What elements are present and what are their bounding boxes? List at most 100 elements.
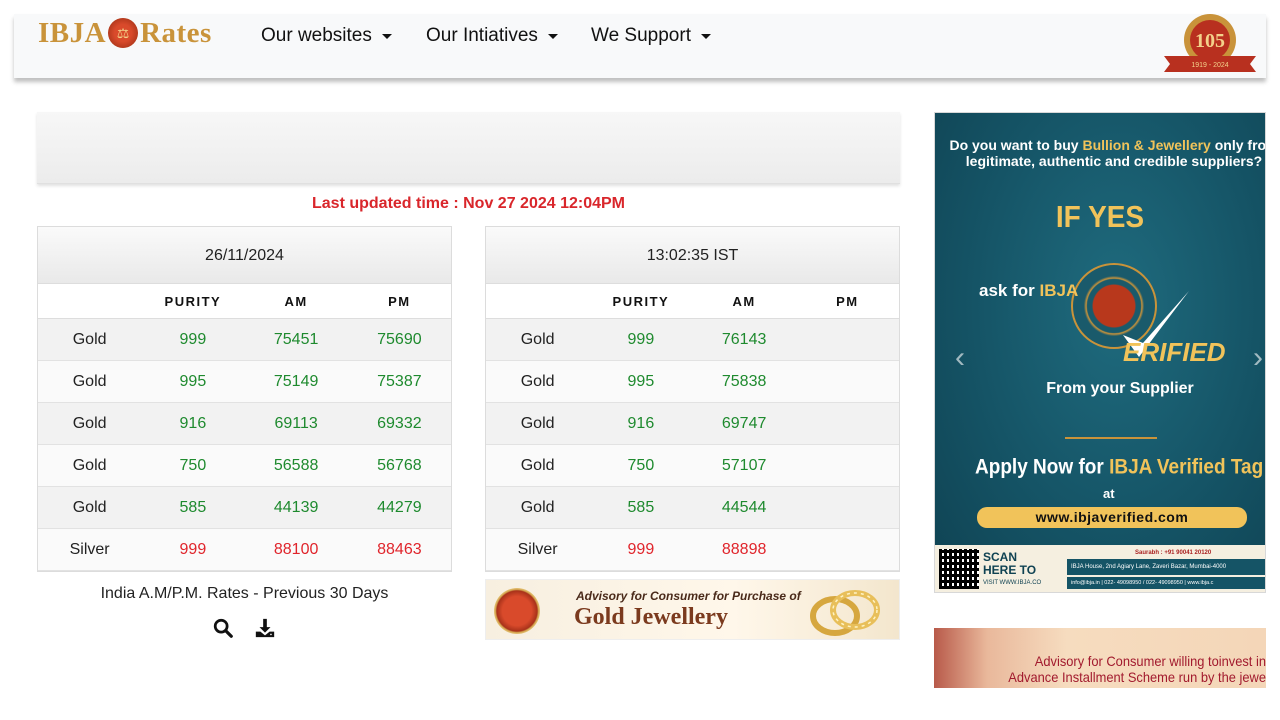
last-updated-text: Last updated time : Nov 27 2024 12:04PM — [312, 195, 625, 212]
cell-purity: 585 — [179, 498, 207, 516]
cell-am: 75838 — [721, 372, 767, 390]
ad-contact-line: info@ibja.in | 022- 49098950 / 022- 4909… — [1067, 577, 1265, 589]
column-header-am: AM — [284, 293, 308, 309]
logo-seal-icon: ⚖ — [108, 18, 139, 48]
advisory-line2: Gold Jewellery — [574, 604, 728, 630]
cell-am: 75149 — [273, 372, 319, 390]
table-row: Silver 999 88898 — [486, 529, 899, 571]
nav-our-websites[interactable]: Our websites — [261, 25, 392, 47]
previous-30-days-link[interactable]: India A.M/P.M. Rates - Previous 30 Days — [37, 585, 452, 603]
ad-if-yes: IF YES — [1055, 199, 1145, 234]
cell-am: 69113 — [274, 414, 318, 432]
ad-ask-text: ask for — [979, 281, 1040, 300]
ad-apply-highlight: IBJA Verified Tag — [1109, 455, 1264, 479]
ad2-line1: Advisory for Consumer willing toinvest i… — [1034, 653, 1266, 669]
ad-footer: SCAN HERE TO VISIT WWW.IBJA.CO Saurabh :… — [935, 545, 1265, 592]
table-row: Gold 995 75149 75387 — [38, 361, 451, 403]
rates-actions — [212, 617, 276, 639]
table-column-headers: PURITY AM PM — [38, 284, 451, 319]
cell-am: 76143 — [721, 330, 767, 348]
download-icon[interactable] — [254, 617, 276, 639]
advisory-line1: Advisory for Consumer for Purchase of — [576, 589, 801, 603]
anniversary-badge-icon: 105 1919 - 2024 — [1164, 14, 1256, 72]
table-column-headers: PURITY AM PM — [486, 284, 899, 319]
site-logo[interactable]: IBJA ⚖ Rates — [38, 16, 212, 50]
carousel-next-icon[interactable]: › — [1253, 341, 1263, 375]
column-header-purity: PURITY — [612, 293, 670, 309]
table-row: Gold 916 69113 69332 — [38, 403, 451, 445]
cell-metal: Gold — [72, 414, 107, 432]
cell-metal: Gold — [72, 330, 107, 348]
table-body: Gold 999 75451 75690 Gold 995 75149 75387 Gold… — [38, 319, 451, 571]
cell-purity: 999 — [179, 540, 207, 558]
cell-metal: Gold — [72, 372, 107, 390]
cell-purity: 750 — [179, 456, 207, 474]
ad2-line2: Advance Installment Scheme run by the je… — [1008, 669, 1266, 685]
cell-am: 69747 — [721, 414, 767, 432]
ad-address: IBJA House, 2nd Agiary Lane, Zaveri Baza… — [1067, 559, 1265, 575]
table-row: Gold 916 69747 — [486, 403, 899, 445]
installment-advisory-ad[interactable]: Advisory for Consumer willing toinvest i… — [934, 628, 1266, 688]
ad-ask-for: ask for IBJA — [979, 281, 1078, 301]
cell-am: 44544 — [721, 498, 767, 516]
nav-label: We Support — [591, 25, 691, 46]
nav-we-support[interactable]: We Support — [591, 25, 711, 47]
ad-question-highlight: Bullion & Jewellery — [1082, 137, 1211, 153]
ibja-verified-ad[interactable]: Do you want to buy Bullion & Jewellery o… — [934, 112, 1266, 593]
column-header-am: AM — [732, 293, 756, 309]
cell-purity: 916 — [627, 414, 655, 432]
column-header-pm: PM — [836, 293, 859, 309]
caret-down-icon — [700, 33, 711, 39]
ad-divider — [1065, 437, 1157, 439]
ad-contact-name: Saurabh : +91 90041 20120 — [1135, 550, 1212, 556]
gold-rings-icon — [810, 590, 880, 636]
cell-purity: 585 — [627, 498, 655, 516]
table-row: Gold 585 44139 44279 — [38, 487, 451, 529]
table-body: Gold 999 76143 Gold 995 75838 Gold 916 69747 G… — [486, 319, 899, 571]
logo-text-right: Rates — [140, 16, 212, 49]
ad-url[interactable]: www.ibjaverified.com — [977, 507, 1247, 528]
badge-number: 105 — [1195, 30, 1225, 52]
cell-metal: Gold — [520, 372, 555, 390]
cell-metal: Gold — [520, 498, 555, 516]
cell-purity: 916 — [179, 414, 207, 432]
cell-am: 56588 — [273, 456, 319, 474]
table-row: Gold 585 44544 — [486, 487, 899, 529]
ad-scan-text: SCAN HERE TO — [983, 551, 1036, 577]
rates-table-left: 26/11/2024 PURITY AM PM Gold 999 75451 7569… — [37, 226, 452, 572]
gold-jewellery-advisory-banner[interactable]: Advisory for Consumer for Purchase of Go… — [485, 579, 900, 640]
cell-am: 88100 — [273, 540, 319, 558]
table-row: Gold 999 75451 75690 — [38, 319, 451, 361]
caret-down-icon — [547, 33, 558, 39]
ad-at: at — [1103, 486, 1115, 501]
ad-scan-line2: HERE TO — [983, 563, 1037, 577]
column-header-pm: PM — [388, 293, 411, 309]
cell-metal: Gold — [520, 456, 555, 474]
cell-metal: Gold — [72, 456, 107, 474]
cell-metal: Gold — [520, 330, 555, 348]
cell-purity: 750 — [627, 456, 655, 474]
table-row: Gold 995 75838 — [486, 361, 899, 403]
cell-purity: 995 — [627, 372, 655, 390]
cell-purity: 999 — [627, 540, 655, 558]
table-row: Gold 750 57107 — [486, 445, 899, 487]
ad-from-supplier: From your Supplier — [1046, 380, 1194, 397]
carousel-prev-icon[interactable]: ‹ — [955, 341, 965, 375]
ad-question: Do you want to buy Bullion & Jewellery o… — [949, 137, 1265, 169]
badge-years: 1919 - 2024 — [1191, 62, 1228, 69]
cell-pm: 69332 — [377, 414, 422, 432]
table-time-header: 13:02:35 IST — [486, 227, 899, 284]
table-date-header: 26/11/2024 — [38, 227, 451, 284]
cell-purity: 999 — [627, 330, 655, 348]
nav-our-initiatives[interactable]: Our Intiatives — [426, 25, 558, 47]
logo-text-left: IBJA — [38, 16, 107, 49]
cell-metal: Silver — [69, 540, 110, 558]
search-icon[interactable] — [212, 617, 234, 639]
ad-ask-highlight: IBJA — [1039, 281, 1079, 300]
ad-apply-text: Apply Now for — [975, 455, 1110, 479]
cell-purity: 999 — [179, 330, 207, 348]
qr-code-icon — [939, 549, 979, 589]
caret-down-icon — [381, 33, 392, 39]
cell-pm: 44279 — [377, 498, 422, 516]
cell-am: 88898 — [721, 540, 767, 558]
